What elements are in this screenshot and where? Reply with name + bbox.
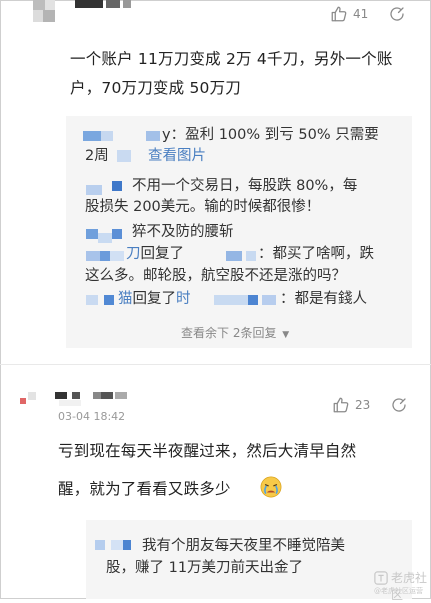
chevron-down-icon: ▼ [282,330,290,340]
reply-2: 不用一个交易日，每股跌 80%，每 [132,176,357,197]
reply-2-1-line2: 股，赚了 11万美刀前天出金了 [106,558,303,579]
reply-4: 刀回复了 [126,244,184,265]
reply-3: 猝不及防的腰斩 [132,222,234,243]
reply-separator: ： [170,127,186,143]
reply-username-blur [110,251,124,261]
reply-username-blur[interactable] [95,540,105,550]
thumbs-up-icon [330,5,348,23]
reply-username-blur [104,295,114,305]
reply-text: 我有个朋友每天夜里不睡觉陪美 [142,538,345,554]
reply-username-blur [98,233,112,243]
crying-face-icon [260,476,282,498]
like-button[interactable]: 41 [330,5,368,23]
reply-username-blur[interactable] [86,229,98,239]
reply-username-blur [146,131,160,141]
reply-text: 不用一个交易日，每股跌 80%，每 [132,178,358,194]
comment2-text-line2: 醒，就为了看看又跌多少 [58,480,231,498]
like-button[interactable]: 23 [332,396,370,414]
view-image-link[interactable]: 查看图片 [148,146,206,167]
reply-icon[interactable] [390,396,408,414]
reply-text: 猝不及防的腰斩 [132,224,234,240]
reply-5: 猫回复了时 [118,289,191,310]
reply-username-blur [112,229,122,239]
reply-username-blur[interactable] [86,251,100,261]
comment2-actions: 23 [332,396,408,414]
reply-icon[interactable] [388,5,406,23]
reply-1-line2: 2周 [85,146,132,167]
comment1-text-line2: 户，70万刀变成 50万刀 [70,79,241,97]
reply-4-text: ：都买了啥啊，跌 [258,244,374,265]
comment2-text-line1: 亏到现在每天半夜醒过来，然后大清早自然 [58,442,357,460]
reply-username-blur [112,181,122,191]
reply-username-blur [248,295,258,305]
reply-username[interactable]: 刀 [126,246,141,262]
view-image-link-text[interactable]: 查看图片 [148,148,206,164]
reply-1: y：盈利 100% 到亏 50% 只需要 [162,127,379,143]
reply-text: 盈利 100% 到亏 50% 只需要 [185,127,379,143]
reply-text: 股，赚了 11万美刀前天出金了 [106,560,304,576]
reply-username-blur[interactable] [86,185,102,195]
watermark-subtitle: @老虎社区运营 [374,587,423,595]
comment1-text-line1: 一个账户 11万刀变成 2万 4千刀，另外一个账 [70,50,393,68]
reply-mid: 回复了 [132,291,177,307]
reply-username-blur [246,251,256,261]
reply-username-blur [262,295,276,305]
like-count: 23 [355,398,371,412]
reply-text: 2周 [85,148,109,164]
reply-2-line2: 股损失 200美元。输的时候都很惨！ [85,197,320,218]
reply-username-blur [111,540,123,550]
comment1-actions: 41 [330,5,406,23]
reply-text: 都买了啥啊，跌 [272,246,375,262]
reply-username[interactable]: 时 [176,291,191,307]
reply-username-blur[interactable] [83,131,101,141]
reply-username-blur [100,251,110,261]
reply-separator: ： [258,246,273,262]
reply-text: 都是有錢人 [294,291,368,307]
reply-username-blur[interactable] [86,295,98,305]
thumbs-up-icon [332,396,350,414]
reply-4-line2: 这么多。邮轮股，航空股不还是涨的吗？ [85,266,346,287]
comment-divider [0,364,431,365]
image-icon [117,150,132,162]
reply-username-blur [101,131,113,141]
reply-mid: 回复了 [140,246,185,262]
comment2-date: 03-04 18:42 [58,410,126,423]
reply-separator: ： [280,291,295,307]
reply-username-blur[interactable] [214,295,248,305]
reply-5-text: ：都是有錢人 [280,289,367,310]
reply-username-blur [123,540,131,550]
reply-username[interactable]: 猫 [118,291,133,307]
reply-username-blur[interactable] [226,251,242,261]
reply-text: 股损失 200美元。输的时候都很惨！ [85,199,321,215]
like-count: 41 [353,7,369,21]
more-replies-label: 查看余下 2条回复 [181,326,277,340]
tiger-logo-icon [374,570,388,585]
more-replies-link[interactable]: 查看余下 2条回复 ▼ [181,324,289,341]
reply-2-1: 我有个朋友每天夜里不睡觉陪美 [142,536,345,557]
reply-text: 这么多。邮轮股，航空股不还是涨的吗？ [85,268,346,284]
